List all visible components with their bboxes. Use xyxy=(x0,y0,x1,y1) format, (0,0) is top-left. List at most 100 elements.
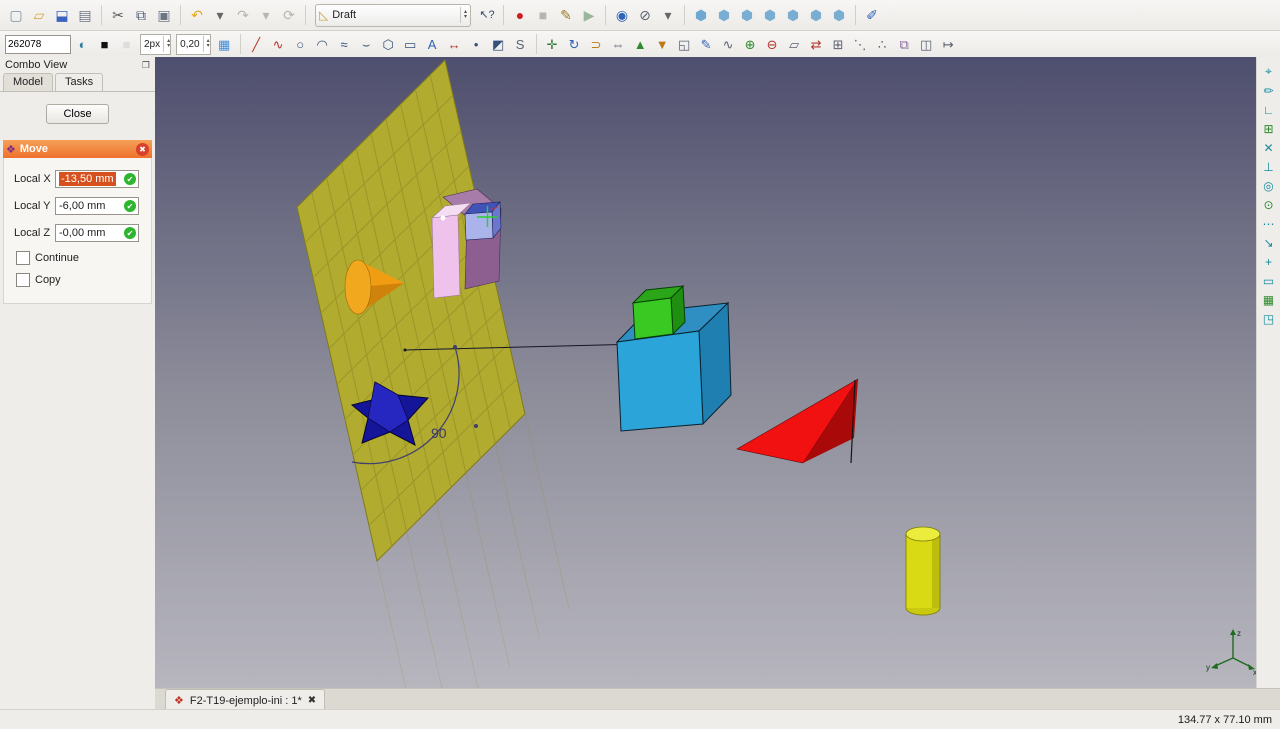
measure-distance-button[interactable]: ✐ xyxy=(861,4,883,26)
macro-stop-button[interactable]: ■ xyxy=(532,4,554,26)
draft-edit-tool[interactable]: ✎ xyxy=(696,34,717,54)
draft-path-array-tool[interactable]: ⋱ xyxy=(850,34,871,54)
draft-text-tool[interactable]: A xyxy=(422,34,443,54)
snap-intersection-toggle[interactable]: ✕ xyxy=(1260,139,1278,156)
local-z-field[interactable]: -0,00 mm ✔ xyxy=(55,224,139,242)
document-tab[interactable]: ❖ F2-T19-ejemplo-ini : 1* ✖ xyxy=(165,689,326,711)
macro-record-button[interactable]: ● xyxy=(509,4,531,26)
dock-float-icon[interactable]: ❐ xyxy=(142,60,150,71)
draft-scale-tool[interactable]: ◱ xyxy=(674,34,695,54)
draft-mirror-tool[interactable]: ◫ xyxy=(916,34,937,54)
line-width-spinner[interactable]: 2px ▴ ▾ xyxy=(140,33,172,55)
undo-button[interactable]: ↶ xyxy=(186,4,208,26)
draft-dimension-tool[interactable]: ↔ xyxy=(444,34,465,54)
local-x-field[interactable]: -13,50 mm ✔ xyxy=(55,170,139,188)
snap-center-toggle[interactable]: ◎ xyxy=(1260,177,1278,194)
redo-button[interactable]: ↷ xyxy=(232,4,254,26)
face-color-swatch[interactable]: ■ xyxy=(116,34,137,54)
draft-move-tool[interactable]: ✛ xyxy=(542,34,563,54)
print-button[interactable]: ▤ xyxy=(74,4,96,26)
redo-menu-arrow[interactable]: ▾ xyxy=(255,4,277,26)
save-button[interactable]: ⬓ xyxy=(51,4,73,26)
3d-viewport[interactable]: 90 z y x xyxy=(155,57,1257,688)
autogroup-button[interactable]: ▦ xyxy=(214,34,235,54)
whats-this-button[interactable]: ↖? xyxy=(476,4,498,26)
snap-perpendicular-toggle[interactable]: ⊥ xyxy=(1260,158,1278,175)
draft-offset-tool[interactable]: ⊃ xyxy=(586,34,607,54)
workbench-selector[interactable]: ◺ Draft ▴ ▾ xyxy=(315,3,471,27)
draw-style-button[interactable]: ⊘ xyxy=(634,4,656,26)
draft-to-sketch-tool[interactable]: ⇄ xyxy=(806,34,827,54)
snap-angle-toggle[interactable]: ∟ xyxy=(1260,101,1278,118)
draft-line-tool[interactable]: ╱ xyxy=(246,34,267,54)
copy-button[interactable]: ⧉ xyxy=(130,4,152,26)
working-plane-button[interactable]: ◳ xyxy=(1260,310,1278,327)
cylinder-object[interactable] xyxy=(905,526,941,616)
coordinate-input[interactable] xyxy=(5,34,71,54)
draft-upgrade-tool[interactable]: ▲ xyxy=(630,34,651,54)
macro-play-button[interactable]: ▶ xyxy=(578,4,600,26)
scale-spinner[interactable]: 0,20 ▴ ▾ xyxy=(176,33,211,55)
document-tab-close-icon[interactable]: ✖ xyxy=(308,695,316,706)
line-color-swatch[interactable]: ■ xyxy=(94,34,115,54)
snap-endpoint-toggle[interactable]: ✏ xyxy=(1260,82,1278,99)
local-y-field[interactable]: -6,00 mm ✔ xyxy=(55,197,139,215)
undo-menu-arrow[interactable]: ▾ xyxy=(209,4,231,26)
draft-array-tool[interactable]: ⊞ xyxy=(828,34,849,54)
cut-button[interactable]: ✂ xyxy=(107,4,129,26)
refresh-button[interactable]: ⟳ xyxy=(278,4,300,26)
task-close-button[interactable]: Close xyxy=(46,104,109,124)
construction-mode-toggle[interactable]: ◐ xyxy=(72,34,93,54)
snap-dimensions-toggle[interactable]: ▭ xyxy=(1260,272,1278,289)
snap-special-toggle[interactable]: ⋯ xyxy=(1260,215,1278,232)
tab-model[interactable]: Model xyxy=(3,73,53,91)
snap-master-toggle[interactable]: ⌖ xyxy=(1260,63,1278,80)
snap-ortho-toggle[interactable]: ⊙ xyxy=(1260,196,1278,213)
draft-rotate-tool[interactable]: ↻ xyxy=(564,34,585,54)
view-bottom-button[interactable]: ⬢ xyxy=(805,4,827,26)
snap-extension-toggle[interactable]: + xyxy=(1260,253,1278,270)
draw-style-menu-arrow[interactable]: ▾ xyxy=(657,4,679,26)
draft-bspline-tool[interactable]: ≈ xyxy=(334,34,355,54)
draft-shapestring-tool[interactable]: S xyxy=(510,34,531,54)
draft-arc-tool[interactable]: ◠ xyxy=(312,34,333,54)
tab-tasks[interactable]: Tasks xyxy=(54,73,104,91)
draft-add-point-tool[interactable]: ⊕ xyxy=(740,34,761,54)
view-right-button[interactable]: ⬢ xyxy=(759,4,781,26)
snap-grid-toggle[interactable]: ⊞ xyxy=(1260,120,1278,137)
paste-button[interactable]: ▣ xyxy=(153,4,175,26)
spinner-arrows-icon[interactable]: ▴ ▾ xyxy=(163,36,170,52)
view-isometric-button[interactable]: ⬢ xyxy=(690,4,712,26)
draft-bezier-tool[interactable]: ⌣ xyxy=(356,34,377,54)
move-task-close-icon[interactable]: ✖ xyxy=(136,142,149,156)
macro-edit-button[interactable]: ✎ xyxy=(555,4,577,26)
draft-polygon-tool[interactable]: ⬡ xyxy=(378,34,399,54)
view-left-button[interactable]: ⬢ xyxy=(828,4,850,26)
draft-remove-point-tool[interactable]: ⊖ xyxy=(762,34,783,54)
draft-wire-to-bspline-tool[interactable]: ∿ xyxy=(718,34,739,54)
draft-clone-tool[interactable]: ⧉ xyxy=(894,34,915,54)
draft-downgrade-tool[interactable]: ▼ xyxy=(652,34,673,54)
draft-stretch-tool[interactable]: ↦ xyxy=(938,34,959,54)
draft-point-array-tool[interactable]: ∴ xyxy=(872,34,893,54)
fit-all-button[interactable]: ◉ xyxy=(611,4,633,26)
draft-point-tool[interactable]: • xyxy=(466,34,487,54)
copy-checkbox[interactable] xyxy=(16,273,30,287)
draft-shape-2d-view-tool[interactable]: ▱ xyxy=(784,34,805,54)
view-top-button[interactable]: ⬢ xyxy=(736,4,758,26)
view-front-button[interactable]: ⬢ xyxy=(713,4,735,26)
toggle-grid-button[interactable]: ▦ xyxy=(1260,291,1278,308)
draft-circle-tool[interactable]: ○ xyxy=(290,34,311,54)
draft-trimex-tool[interactable]: ⇔ xyxy=(608,34,629,54)
continue-checkbox[interactable] xyxy=(16,251,30,265)
valid-check-icon: ✔ xyxy=(124,227,136,239)
undo-toolbar-group: ↶ ▾ ↷ ▾ ⟳ xyxy=(186,4,300,26)
snap-near-toggle[interactable]: ↘ xyxy=(1260,234,1278,251)
draft-wire-tool[interactable]: ∿ xyxy=(268,34,289,54)
new-file-button[interactable]: ▢ xyxy=(5,4,27,26)
draft-facebinder-tool[interactable]: ◩ xyxy=(488,34,509,54)
spinner-arrows-icon[interactable]: ▴ ▾ xyxy=(202,36,210,52)
draft-rectangle-tool[interactable]: ▭ xyxy=(400,34,421,54)
open-file-button[interactable]: ▱ xyxy=(28,4,50,26)
view-rear-button[interactable]: ⬢ xyxy=(782,4,804,26)
